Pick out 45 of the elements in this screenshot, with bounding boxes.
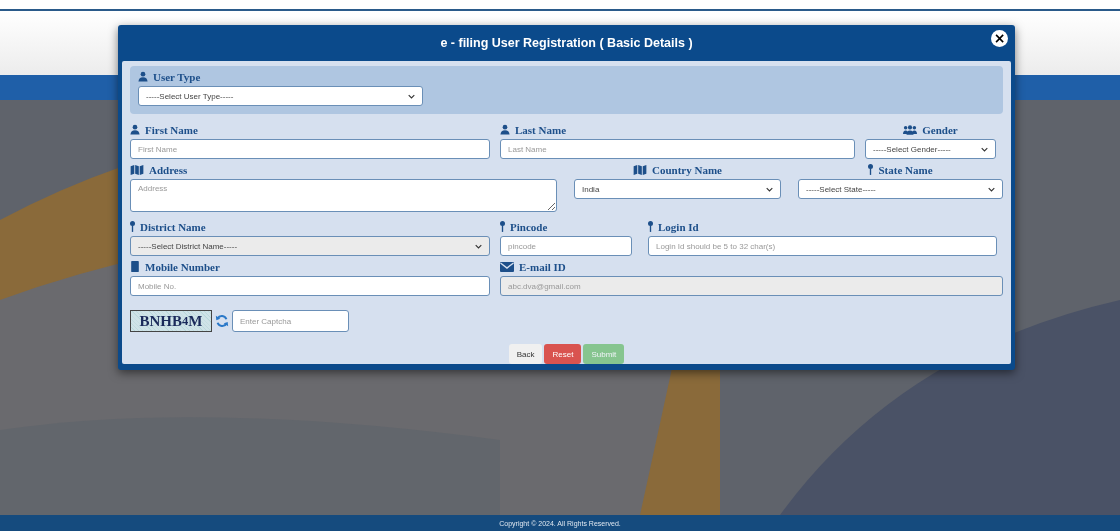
field-label: Country Name bbox=[652, 163, 722, 176]
field-label: E-mail ID bbox=[519, 260, 566, 273]
chevron-icon bbox=[475, 243, 482, 249]
field-label: First Name bbox=[145, 123, 198, 136]
input-field[interactable]: Last Name bbox=[500, 139, 855, 159]
form-button[interactable]: Reset bbox=[544, 344, 582, 364]
map-icon bbox=[130, 164, 144, 175]
address-field[interactable]: Address bbox=[130, 179, 557, 212]
select-field[interactable]: -----Select Gender----- bbox=[865, 139, 996, 159]
users-icon bbox=[903, 124, 918, 135]
close-button[interactable]: × bbox=[991, 30, 1008, 47]
field-label: Gender bbox=[922, 123, 958, 136]
field-label: Mobile Number bbox=[145, 260, 220, 273]
pin-icon bbox=[130, 221, 135, 232]
chevron-icon bbox=[408, 93, 415, 99]
pin-icon bbox=[868, 164, 874, 175]
refresh-icon[interactable] bbox=[215, 314, 229, 328]
chevron-icon bbox=[766, 186, 773, 192]
field-label: Last Name bbox=[515, 123, 567, 136]
input-field[interactable]: First Name bbox=[130, 139, 490, 159]
field-label: User Type bbox=[153, 70, 201, 83]
captcha-field[interactable]: Enter Captcha bbox=[232, 310, 349, 332]
field-label: Pincode bbox=[510, 220, 548, 233]
dialog-title: e - filing User Registration ( Basic Details ) bbox=[440, 36, 693, 50]
chevron-icon bbox=[981, 146, 988, 152]
pin-icon bbox=[500, 221, 505, 232]
field-label: Login Id bbox=[658, 220, 699, 233]
input-field[interactable]: Login Id should be 5 to 32 char(s) bbox=[648, 236, 997, 256]
pin-icon bbox=[648, 221, 653, 232]
input-field[interactable]: pincode bbox=[500, 236, 632, 256]
field-label: State Name bbox=[878, 163, 933, 176]
input-field[interactable]: Mobile No. bbox=[130, 276, 490, 296]
map-icon bbox=[633, 164, 647, 175]
field-label: Address bbox=[149, 163, 188, 176]
select-field[interactable]: -----Select State----- bbox=[798, 179, 1003, 199]
field-label: District Name bbox=[140, 220, 206, 233]
user-icon bbox=[138, 71, 148, 82]
select-field[interactable]: India bbox=[574, 179, 781, 199]
form-button[interactable]: Back bbox=[508, 344, 543, 364]
envelope-icon bbox=[500, 261, 514, 272]
user-icon bbox=[130, 124, 140, 135]
mobile-icon bbox=[130, 261, 140, 272]
user-type-select[interactable]: -----Select User Type----- bbox=[138, 86, 423, 106]
user-icon bbox=[500, 124, 510, 135]
chevron-icon bbox=[988, 186, 995, 192]
